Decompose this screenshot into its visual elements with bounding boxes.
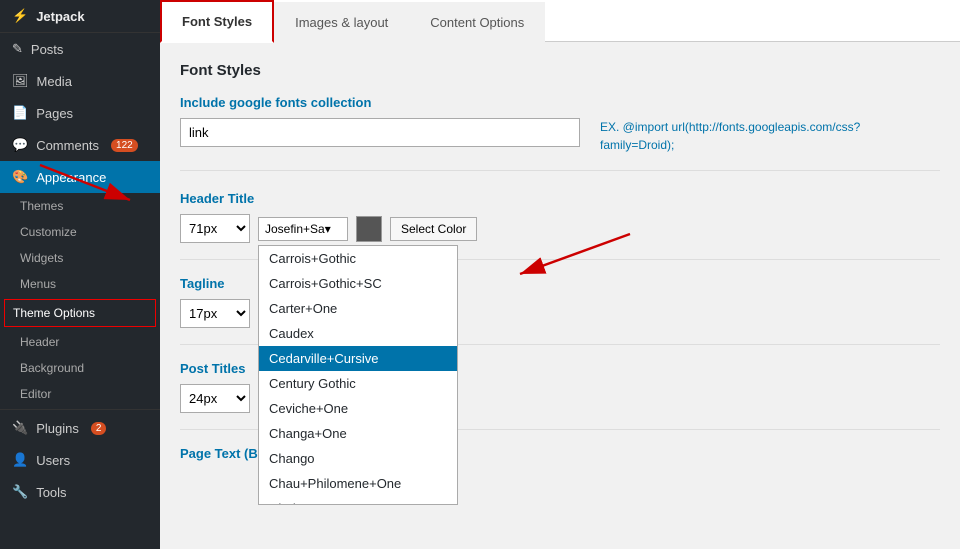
sidebar-item-media[interactable]: 🖼 Media (0, 65, 160, 97)
dropdown-item-chela-one[interactable]: Chela+One (259, 496, 457, 505)
header-title-section: Header Title 71px Josefin+Sa▾ Carrois+Go… (180, 191, 940, 260)
tabs-bar: Font Styles Images & layout Content Opti… (160, 0, 960, 42)
sidebar-item-widgets[interactable]: Widgets (0, 245, 160, 271)
header-title-row: 71px Josefin+Sa▾ Carrois+Gothic Carrois+… (180, 214, 940, 243)
select-color-button[interactable]: Select Color (390, 217, 477, 241)
sidebar-item-label: Comments (36, 138, 99, 153)
post-titles-size-select[interactable]: 24px (180, 384, 250, 413)
users-icon: 👤 (12, 452, 28, 468)
sidebar-item-header[interactable]: Header (0, 329, 160, 355)
google-fonts-hint: EX. @import url(http://fonts.googleapis.… (600, 118, 900, 154)
google-fonts-label: Include google fonts collection (180, 95, 940, 110)
tools-icon: 🔧 (12, 484, 28, 500)
sidebar-item-label: Users (36, 453, 70, 468)
sidebar-item-label: Tools (36, 485, 66, 500)
font-dropdown-list: Carrois+Gothic Carrois+Gothic+SC Carter+… (258, 245, 458, 505)
media-icon: 🖼 (12, 73, 29, 89)
dropdown-item-century-gothic[interactable]: Century Gothic (259, 371, 457, 396)
font-select-value: Josefin+Sa▾ (265, 222, 341, 236)
sidebar-item-theme-options-label: Theme Options (13, 306, 95, 320)
dropdown-item-caudex[interactable]: Caudex (259, 321, 457, 346)
sidebar-item-menus-label: Menus (20, 277, 56, 291)
sidebar-item-pages[interactable]: 📄 Pages (0, 97, 160, 129)
tagline-size-select[interactable]: 17px (180, 299, 250, 328)
dropdown-item-carrois-gothic-sc[interactable]: Carrois+Gothic+SC (259, 271, 457, 296)
sidebar-item-appearance[interactable]: 🎨 Appearance (0, 161, 160, 193)
tab-font-styles-label: Font Styles (182, 14, 252, 29)
font-select-trigger[interactable]: Josefin+Sa▾ (258, 217, 348, 241)
header-title-controls: 71px Josefin+Sa▾ Carrois+Gothic Carrois+… (180, 214, 940, 260)
sidebar-item-background[interactable]: Background (0, 355, 160, 381)
google-fonts-section: Include google fonts collection EX. @imp… (180, 95, 940, 171)
sidebar-item-themes-label: Themes (20, 199, 63, 213)
dropdown-item-carter-one[interactable]: Carter+One (259, 296, 457, 321)
sidebar-item-comments[interactable]: 💬 Comments 122 (0, 129, 160, 161)
jetpack-icon: ⚡ (12, 8, 28, 24)
dropdown-item-chau[interactable]: Chau+Philomene+One (259, 471, 457, 496)
dropdown-item-chango[interactable]: Chango (259, 446, 457, 471)
sidebar-item-label: Plugins (36, 421, 79, 436)
sidebar-item-label: Appearance (36, 170, 106, 185)
sidebar-item-menus[interactable]: Menus (0, 271, 160, 297)
sidebar-item-header-label: Header (20, 335, 59, 349)
pages-icon: 📄 (12, 105, 28, 121)
google-fonts-input[interactable] (180, 118, 580, 147)
sidebar-item-themes[interactable]: Themes (0, 193, 160, 219)
header-title-label: Header Title (180, 191, 940, 206)
tab-content-options[interactable]: Content Options (409, 2, 545, 42)
sidebar-item-label: Pages (36, 106, 73, 121)
google-fonts-field-row: EX. @import url(http://fonts.googleapis.… (180, 118, 940, 171)
posts-icon: ✎ (12, 41, 23, 57)
sidebar-item-label: Posts (31, 42, 64, 57)
plugins-badge: 2 (91, 422, 107, 435)
sidebar-item-widgets-label: Widgets (20, 251, 63, 265)
sidebar-item-background-label: Background (20, 361, 84, 375)
section-title: Font Styles (180, 62, 940, 79)
tab-content-options-label: Content Options (430, 15, 524, 30)
sidebar-item-label: Media (37, 74, 72, 89)
sidebar-item-theme-options[interactable]: Theme Options (4, 299, 156, 327)
sidebar-item-users[interactable]: 👤 Users (0, 444, 160, 476)
tab-images-layout-label: Images & layout (295, 15, 388, 30)
font-dropdown-container: Josefin+Sa▾ Carrois+Gothic Carrois+Gothi… (258, 217, 348, 241)
appearance-icon: 🎨 (12, 169, 28, 185)
comments-icon: 💬 (12, 137, 28, 153)
header-size-select[interactable]: 71px (180, 214, 250, 243)
dropdown-item-carrois-gothic[interactable]: Carrois+Gothic (259, 246, 457, 271)
dropdown-item-ceviche-one[interactable]: Ceviche+One (259, 396, 457, 421)
sidebar-header-label: Jetpack (36, 9, 84, 24)
dropdown-item-changa-one[interactable]: Changa+One (259, 421, 457, 446)
color-swatch[interactable] (356, 216, 382, 242)
tab-images-layout[interactable]: Images & layout (274, 2, 409, 42)
content-area: Font Styles Include google fonts collect… (160, 42, 960, 481)
sidebar-item-posts[interactable]: ✎ Posts (0, 33, 160, 65)
sidebar-item-plugins[interactable]: 🔌 Plugins 2 (0, 412, 160, 444)
sidebar: ⚡ Jetpack ✎ Posts 🖼 Media 📄 Pages 💬 Comm… (0, 0, 160, 549)
sidebar-item-customize[interactable]: Customize (0, 219, 160, 245)
sidebar-item-tools[interactable]: 🔧 Tools (0, 476, 160, 508)
sidebar-item-customize-label: Customize (20, 225, 77, 239)
sidebar-item-editor[interactable]: Editor (0, 381, 160, 407)
dropdown-item-cedarville-cursive[interactable]: Cedarville+Cursive (259, 346, 457, 371)
sidebar-header[interactable]: ⚡ Jetpack (0, 0, 160, 33)
plugins-icon: 🔌 (12, 420, 28, 436)
sidebar-item-editor-label: Editor (20, 387, 51, 401)
comments-badge: 122 (111, 139, 138, 152)
tab-font-styles[interactable]: Font Styles (160, 0, 274, 43)
main-content: Font Styles Images & layout Content Opti… (160, 0, 960, 549)
